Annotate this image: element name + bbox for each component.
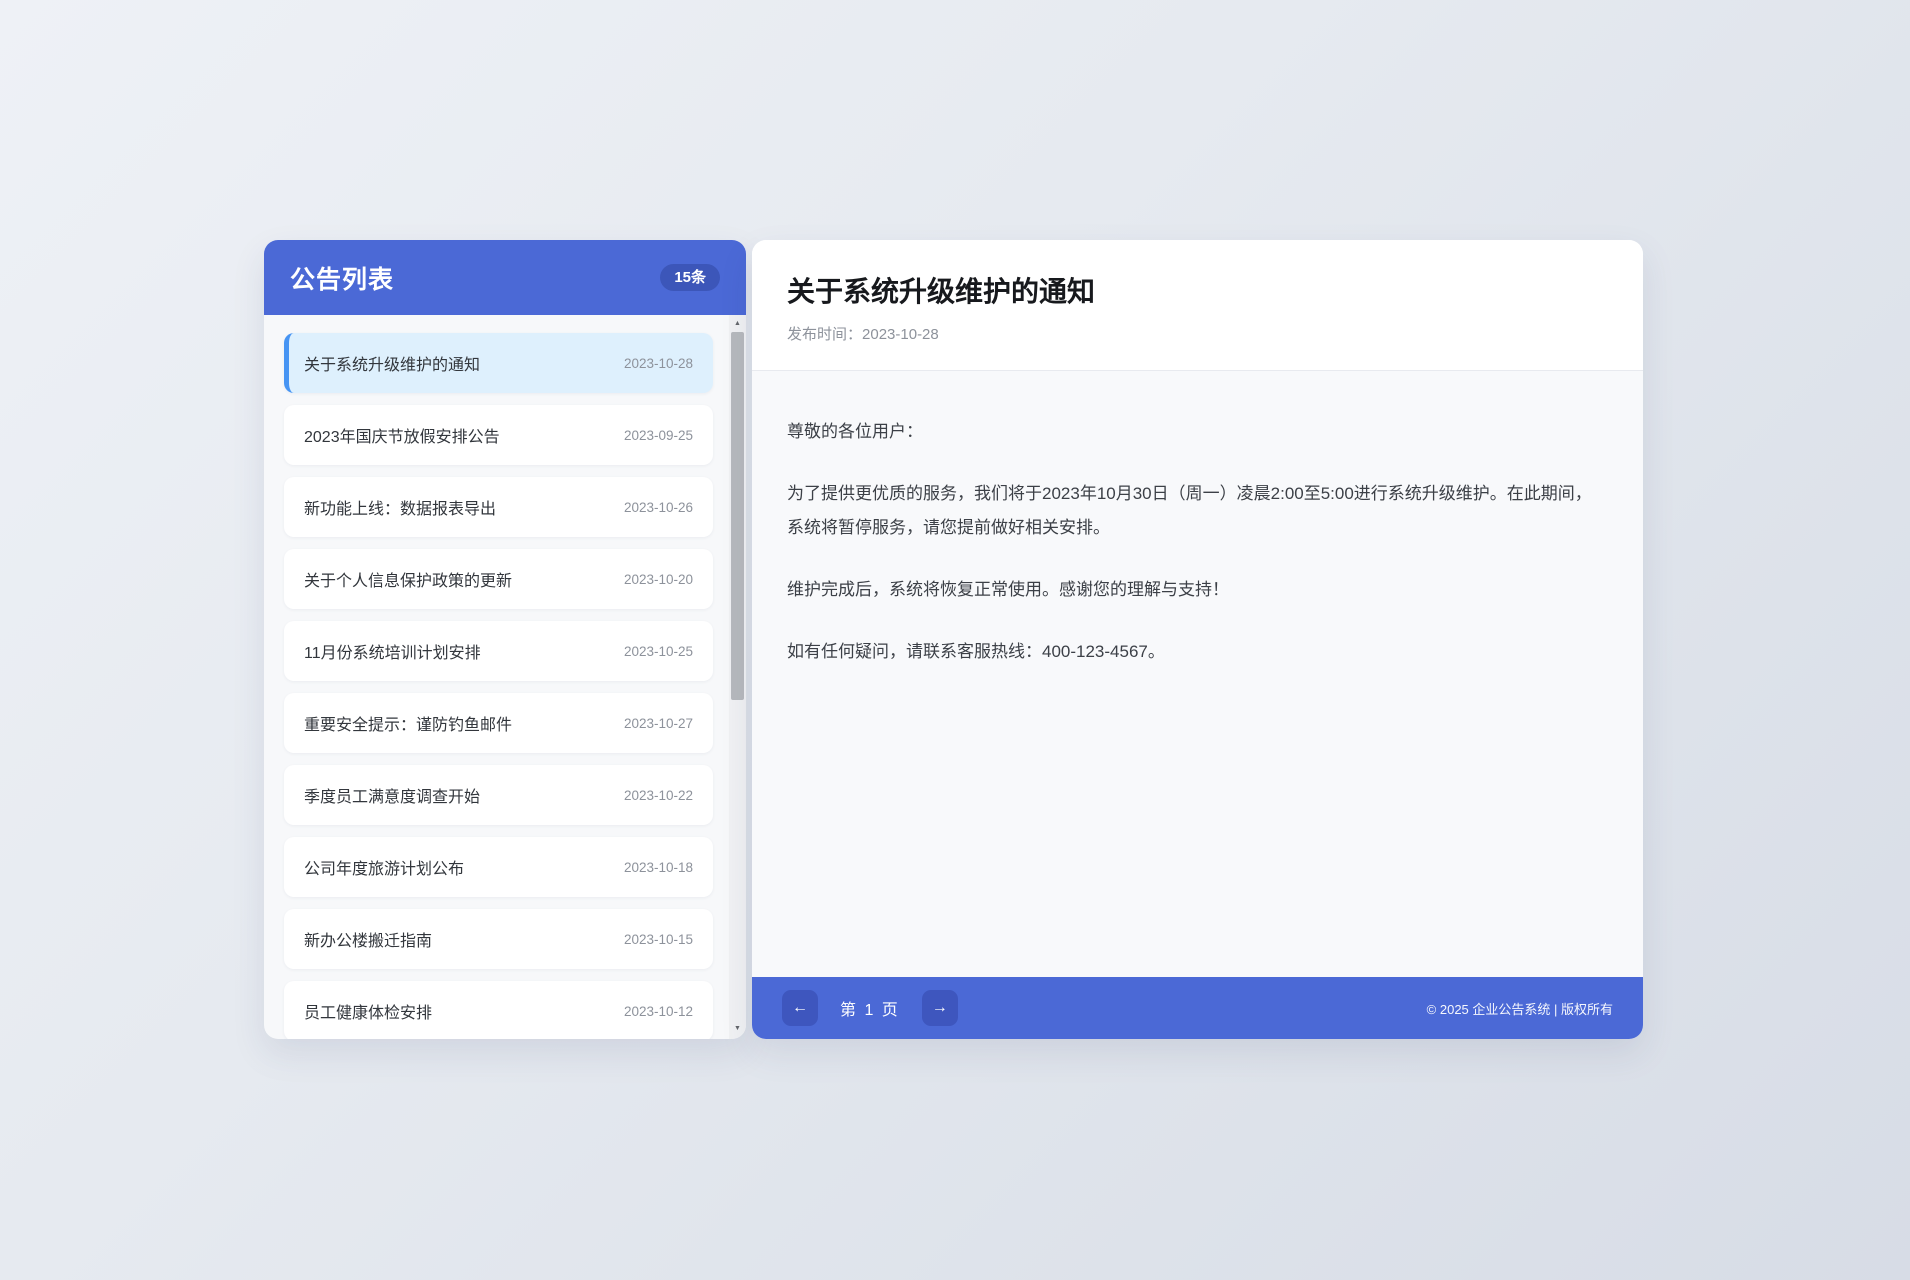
list-item[interactable]: 季度员工满意度调查开始 2023-10-22 xyxy=(284,765,713,825)
prev-page-button[interactable]: ← xyxy=(782,990,818,1026)
scrollbar-thumb[interactable] xyxy=(731,332,744,700)
publish-date-label: 发布时间： xyxy=(787,326,862,343)
list-item[interactable]: 关于系统升级维护的通知 2023-10-28 xyxy=(284,333,713,393)
page-indicator: 第 1 页 xyxy=(840,996,900,1020)
item-date: 2023-10-18 xyxy=(624,860,693,875)
list-item[interactable]: 员工健康体检安排 2023-10-12 xyxy=(284,981,713,1039)
list-item[interactable]: 新办公楼搬迁指南 2023-10-15 xyxy=(284,909,713,969)
item-title: 员工健康体检安排 xyxy=(304,999,432,1023)
announcement-list: 关于系统升级维护的通知 2023-10-28 2023年国庆节放假安排公告 20… xyxy=(264,315,746,1039)
item-date: 2023-10-20 xyxy=(624,572,693,587)
item-title: 关于个人信息保护政策的更新 xyxy=(304,567,512,591)
detail-footer: ← 第 1 页 → © 2025 企业公告系统 | 版权所有 xyxy=(752,977,1643,1039)
item-title: 关于系统升级维护的通知 xyxy=(304,351,480,375)
item-date: 2023-10-25 xyxy=(624,644,693,659)
list-item[interactable]: 新功能上线：数据报表导出 2023-10-26 xyxy=(284,477,713,537)
item-title: 季度员工满意度调查开始 xyxy=(304,783,480,807)
list-item[interactable]: 2023年国庆节放假安排公告 2023-09-25 xyxy=(284,405,713,465)
item-title: 11月份系统培训计划安排 xyxy=(304,639,481,663)
list-item[interactable]: 公司年度旅游计划公布 2023-10-18 xyxy=(284,837,713,897)
count-badge: 15条 xyxy=(660,264,720,291)
announcement-paragraph: 维护完成后，系统将恢复正常使用。感谢您的理解与支持！ xyxy=(787,573,1608,607)
announcement-paragraph: 如有任何疑问，请联系客服热线：400-123-4567。 xyxy=(787,635,1608,669)
list-item[interactable]: 关于个人信息保护政策的更新 2023-10-20 xyxy=(284,549,713,609)
scroll-down-icon[interactable]: ▼ xyxy=(729,1020,746,1037)
scrollbar[interactable]: ▲ ▼ xyxy=(729,315,746,1039)
panel-title: 公告列表 xyxy=(290,260,394,296)
publish-date: 发布时间：2023-10-28 xyxy=(787,323,1608,344)
publish-date-value: 2023-10-28 xyxy=(862,326,939,343)
announcement-content: 尊敬的各位用户： 为了提供更优质的服务，我们将于2023年10月30日（周一）凌… xyxy=(752,371,1643,977)
copyright-text: © 2025 企业公告系统 | 版权所有 xyxy=(1427,999,1613,1018)
sidebar-header: 公告列表 15条 xyxy=(264,240,746,315)
item-date: 2023-10-22 xyxy=(624,788,693,803)
next-page-button[interactable]: → xyxy=(922,990,958,1026)
item-title: 新办公楼搬迁指南 xyxy=(304,927,432,951)
announcement-paragraph: 尊敬的各位用户： xyxy=(787,415,1608,449)
item-date: 2023-10-12 xyxy=(624,1004,693,1019)
item-date: 2023-10-15 xyxy=(624,932,693,947)
item-title: 公司年度旅游计划公布 xyxy=(304,855,464,879)
item-title: 重要安全提示：谨防钓鱼邮件 xyxy=(304,711,512,735)
detail-header: 关于系统升级维护的通知 发布时间：2023-10-28 xyxy=(752,240,1643,371)
scroll-up-icon[interactable]: ▲ xyxy=(729,315,746,332)
item-title: 新功能上线：数据报表导出 xyxy=(304,495,496,519)
list-item[interactable]: 11月份系统培训计划安排 2023-10-25 xyxy=(284,621,713,681)
list-item[interactable]: 重要安全提示：谨防钓鱼邮件 2023-10-27 xyxy=(284,693,713,753)
announcement-detail-panel: 关于系统升级维护的通知 发布时间：2023-10-28 尊敬的各位用户： 为了提… xyxy=(752,240,1643,1039)
announcement-paragraph: 为了提供更优质的服务，我们将于2023年10月30日（周一）凌晨2:00至5:0… xyxy=(787,477,1608,545)
item-date: 2023-10-28 xyxy=(624,356,693,371)
pagination: ← 第 1 页 → xyxy=(782,990,958,1026)
item-title: 2023年国庆节放假安排公告 xyxy=(304,423,500,447)
page-title: 关于系统升级维护的通知 xyxy=(787,270,1608,310)
item-date: 2023-09-25 xyxy=(624,428,693,443)
announcement-list-panel: 公告列表 15条 关于系统升级维护的通知 2023-10-28 2023年国庆节… xyxy=(264,240,746,1039)
item-date: 2023-10-26 xyxy=(624,500,693,515)
item-date: 2023-10-27 xyxy=(624,716,693,731)
